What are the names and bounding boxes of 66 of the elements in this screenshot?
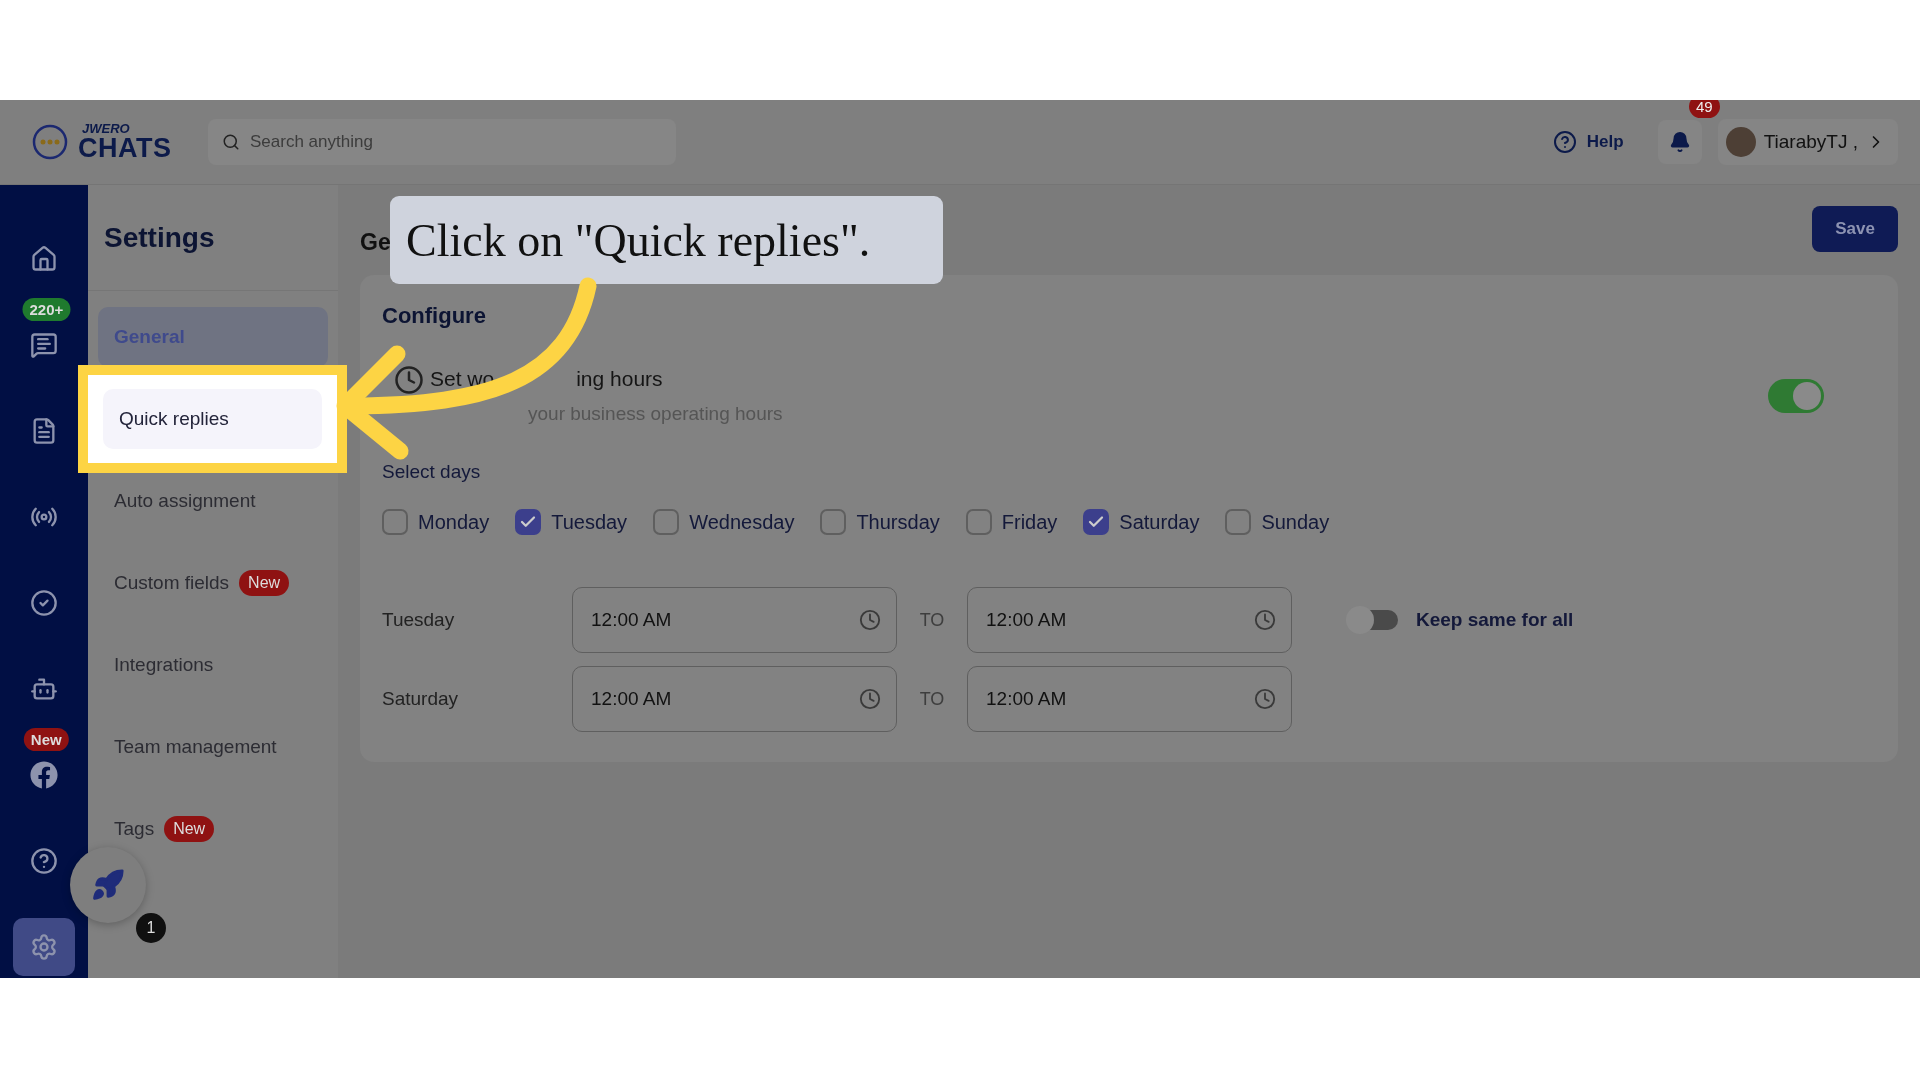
clock-icon [1254, 609, 1276, 631]
bell-icon [1668, 131, 1691, 153]
time-field[interactable]: 12:00 AM [572, 666, 897, 732]
time-field[interactable]: 12:00 AM [967, 666, 1292, 732]
clock-icon [859, 609, 881, 631]
settings-menu-item[interactable]: Team management [98, 717, 328, 777]
time-field[interactable]: 12:00 AM [572, 587, 897, 653]
to-label: TO [919, 688, 945, 710]
settings-menu-item[interactable]: Quick replies [103, 389, 322, 449]
home-icon [30, 245, 58, 273]
brand-name: CHATS [78, 135, 172, 162]
tasks-icon [30, 589, 58, 617]
save-button[interactable]: Save [1812, 206, 1898, 252]
new-badge: New [164, 816, 215, 842]
working-hours-title: ing hours [576, 367, 663, 391]
day-label: Sunday [1261, 510, 1330, 534]
settings-menu-item[interactable]: Auto assignment [98, 471, 328, 531]
nav-badge: New [23, 728, 69, 751]
schedule-day: Tuesday [382, 609, 455, 631]
notification-count: 49 [1689, 100, 1720, 118]
keep-same-label: Keep same for all [1416, 609, 1575, 631]
settings-menu-item[interactable]: Custom fields New [98, 553, 328, 613]
chats-icon [30, 331, 58, 359]
help-icon [1552, 130, 1577, 154]
working-hours-toggle[interactable] [1768, 379, 1824, 413]
settings-menu-item[interactable]: Integrations [98, 635, 328, 695]
time-field[interactable]: 12:00 AM [967, 587, 1292, 653]
search-field[interactable]: Search anything [208, 119, 676, 165]
nav-rail-button[interactable] [13, 918, 75, 976]
nav-badge: 220+ [22, 298, 71, 321]
notifications-button[interactable] [1657, 120, 1702, 164]
day-checkbox[interactable] [653, 509, 680, 535]
new-badge: New [239, 570, 290, 596]
clock-icon [1254, 688, 1276, 710]
day-label: Saturday [1119, 510, 1200, 534]
page-heading: Ge [360, 229, 391, 256]
day-label: Tuesday [551, 510, 628, 534]
clock-icon [859, 688, 881, 710]
settings-menu-item[interactable]: Tags New [98, 799, 328, 859]
day-checkbox[interactable] [1083, 509, 1110, 535]
rocket-icon [91, 868, 125, 902]
day-label: Friday [1001, 510, 1058, 534]
day-checkbox[interactable] [820, 509, 847, 535]
day-checkbox[interactable] [515, 509, 542, 535]
facebook-icon [30, 761, 58, 789]
schedule-day: Saturday [382, 688, 459, 710]
tutorial-callout: Click on "Quick replies". [390, 196, 943, 284]
settings-icon [30, 933, 58, 961]
day-label: Thursday [856, 510, 940, 534]
day-label: Wednesday [689, 510, 795, 534]
help-link[interactable]: Help [1552, 130, 1624, 154]
day-checkbox[interactable] [965, 509, 992, 535]
day-checkbox[interactable] [1225, 509, 1252, 535]
help-icon [30, 847, 58, 875]
day-label: Monday [418, 510, 490, 534]
clock-icon [394, 365, 424, 395]
to-label: TO [919, 609, 945, 631]
logo-icon [30, 122, 70, 162]
day-checkbox[interactable] [382, 509, 408, 535]
user-menu-button[interactable]: TiarabyTJ , [1717, 119, 1898, 165]
brand-tagline: JWERO [82, 122, 131, 135]
search-icon [222, 133, 240, 151]
select-days-label: Select days [382, 461, 481, 483]
avatar [1725, 127, 1756, 157]
settings-title: Settings [104, 221, 215, 254]
card-title: Configure [382, 303, 487, 329]
